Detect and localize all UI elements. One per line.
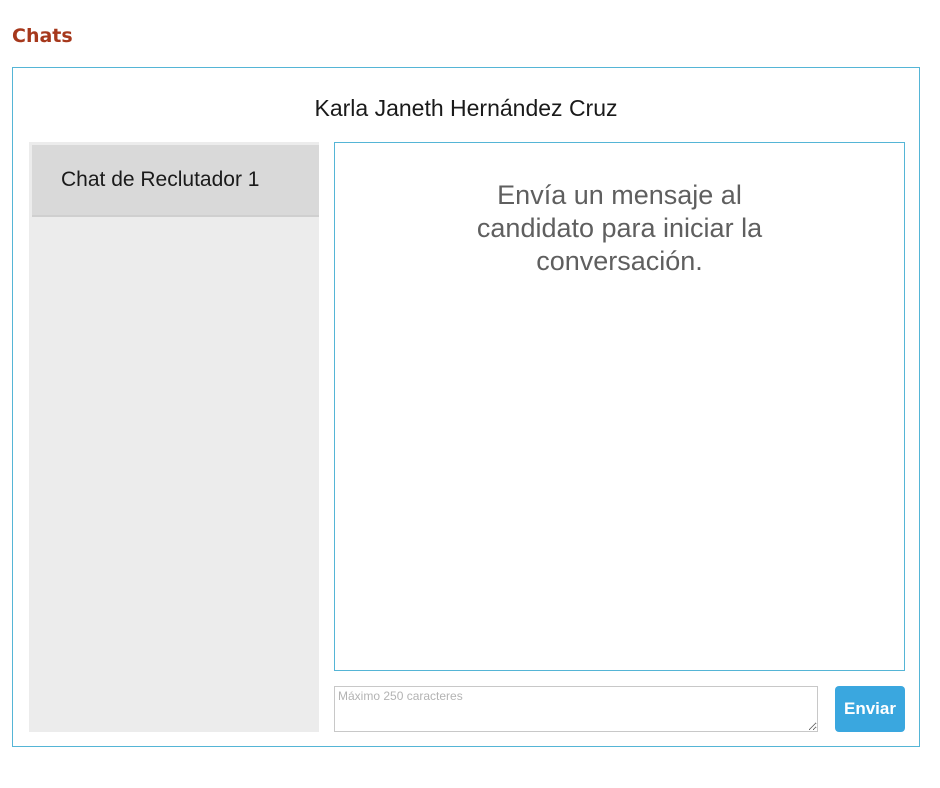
chat-list-sidebar: Chat de Reclutador 1 <box>29 142 319 732</box>
chat-panel: Karla Janeth Hernández Cruz Chat de Recl… <box>12 67 920 747</box>
page-title: Chats <box>12 25 73 47</box>
chat-list-item-recruiter-1[interactable]: Chat de Reclutador 1 <box>32 145 319 217</box>
candidate-name: Karla Janeth Hernández Cruz <box>314 95 618 121</box>
send-button[interactable]: Enviar <box>835 686 905 732</box>
empty-state-message: Envía un mensaje al candidato para inici… <box>476 180 763 276</box>
chat-list-item-label: Chat de Reclutador 1 <box>61 168 260 191</box>
message-input[interactable] <box>334 686 818 732</box>
message-area[interactable]: Envía un mensaje al candidato para inici… <box>334 142 905 671</box>
